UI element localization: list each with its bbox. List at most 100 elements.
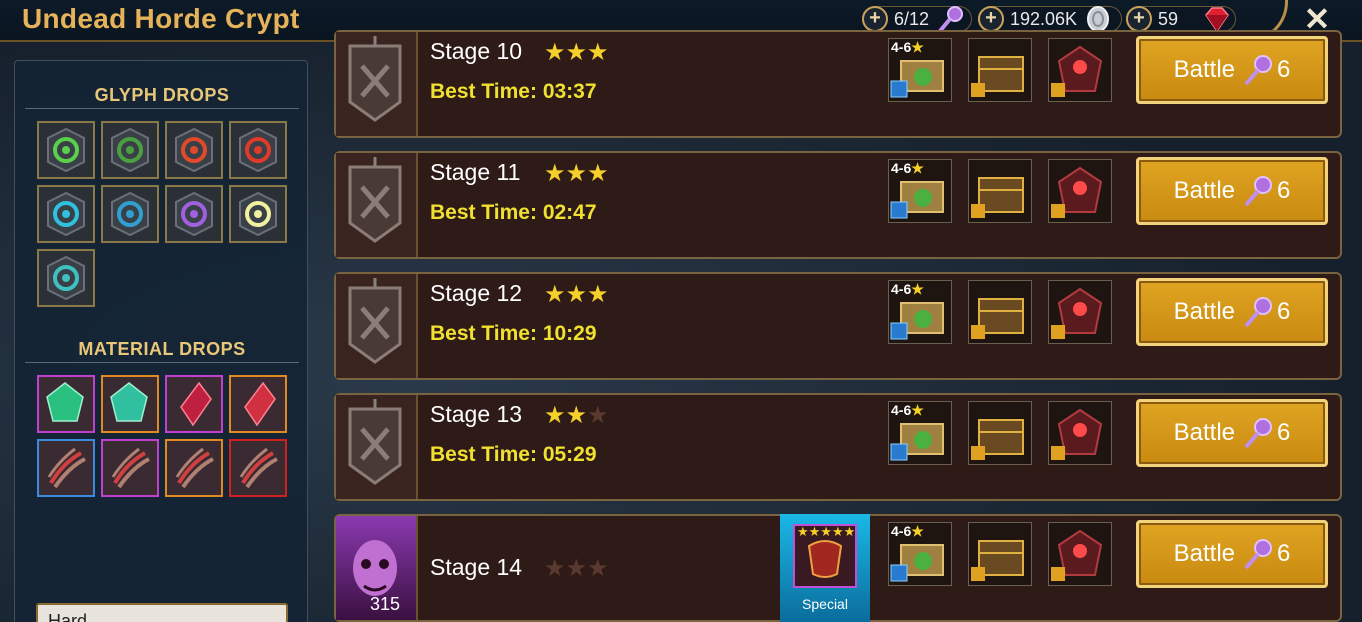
artifact-drop[interactable] <box>1048 159 1112 223</box>
best-time: Best Time: 05:29 <box>430 443 597 466</box>
stage-label: Stage 14 <box>430 554 523 580</box>
special-reward[interactable]: ★★★★★ Special <box>780 514 870 622</box>
glyph-shape-icon <box>175 191 213 237</box>
artifact-drop[interactable] <box>1048 522 1112 586</box>
star-icon: ★ <box>544 555 566 582</box>
speed-glyph-icon[interactable] <box>165 185 223 243</box>
stage-banner <box>336 274 418 378</box>
star-icon: ★ <box>587 39 609 66</box>
treasure-chest-icon <box>971 298 1024 339</box>
add-silver-button[interactable]: + <box>978 6 1004 32</box>
artifact-armor-icon <box>1051 166 1103 218</box>
material-chest-drop[interactable] <box>968 38 1032 102</box>
star-icon: ★ <box>544 402 566 429</box>
star-icon: ★ <box>565 555 588 582</box>
silver-counter: + 192.06K <box>978 6 1122 32</box>
energy-key-icon <box>1244 176 1272 207</box>
treasure-chest-icon <box>971 419 1024 460</box>
glyph-chest-drop[interactable]: 4-6★ <box>888 522 952 586</box>
crossed-swords-banner-icon <box>348 157 402 243</box>
claw-icon[interactable] <box>37 439 95 497</box>
crossed-swords-banner-icon <box>348 36 402 122</box>
stage-banner <box>336 32 418 136</box>
battle-label: Battle <box>1173 540 1235 567</box>
star-icon: ★ <box>565 39 588 66</box>
star-icon: ★ <box>565 160 588 187</box>
claw-icon[interactable] <box>229 439 287 497</box>
battle-label: Battle <box>1173 177 1235 204</box>
artifact-drop[interactable] <box>1048 38 1112 102</box>
star-icon: ★ <box>565 281 588 308</box>
boss-portrait[interactable]: 315 <box>336 516 418 620</box>
attack-glyph-icon[interactable] <box>229 121 287 179</box>
defense-outline-glyph-icon[interactable] <box>101 185 159 243</box>
battle-button[interactable]: Battle 6 <box>1136 157 1328 225</box>
glyph-chest-drop[interactable]: 4-6★ <box>888 280 952 344</box>
glyph-shape-icon <box>47 127 85 173</box>
add-energy-button[interactable]: + <box>862 6 888 32</box>
material-chest-drop[interactable] <box>968 401 1032 465</box>
divider <box>25 362 299 363</box>
defense-glyph-icon[interactable] <box>37 185 95 243</box>
glyph-chest-drop[interactable]: 4-6★ <box>888 38 952 102</box>
treasure-chest-icon <box>971 177 1024 218</box>
material-chest-drop[interactable] <box>968 159 1032 223</box>
battle-cost: 6 <box>1277 56 1291 83</box>
glyph-shape-icon <box>47 191 85 237</box>
stage-banner <box>336 395 418 499</box>
claw-icon[interactable] <box>101 439 159 497</box>
drop-rank: 4-6★ <box>891 523 924 539</box>
regen-glyph-icon[interactable] <box>101 121 159 179</box>
artifact-armor-icon <box>1051 529 1103 581</box>
claw-icon[interactable] <box>165 439 223 497</box>
stage-row: 315 Stage 14 ★★★ ★★★★★ Special 4-6★ Batt… <box>334 514 1342 622</box>
stage-stars: ★★★ <box>544 554 609 583</box>
glyph-chest-drop[interactable]: 4-6★ <box>888 159 952 223</box>
battle-button[interactable]: Battle 6 <box>1136 399 1328 467</box>
best-time: Best Time: 03:37 <box>430 80 597 103</box>
battle-button[interactable]: Battle 6 <box>1136 36 1328 104</box>
battle-label: Battle <box>1173 419 1235 446</box>
battle-cost: 6 <box>1277 298 1291 325</box>
glyph-shape-icon <box>47 255 85 301</box>
ruby-shard-icon[interactable] <box>229 375 287 433</box>
artifact-armor-icon <box>1051 408 1103 460</box>
glyph-chest-drop[interactable]: 4-6★ <box>888 401 952 465</box>
material-shape-icon <box>244 381 276 427</box>
ruby-shard-icon[interactable] <box>165 375 223 433</box>
drops-panel: GLYPH DROPS MATERIAL DROPS <box>14 60 308 622</box>
energy-key-icon <box>1244 55 1272 86</box>
treasure-chest-icon <box>971 540 1024 581</box>
energy-key-icon <box>1244 539 1272 570</box>
stage-stars: ★★★ <box>544 401 609 430</box>
add-gems-button[interactable]: + <box>1126 6 1152 32</box>
artifact-drop[interactable] <box>1048 401 1112 465</box>
battle-cost: 6 <box>1277 540 1291 567</box>
material-shape-icon <box>111 447 150 489</box>
special-artifact-icon: ★★★★★ <box>793 524 857 588</box>
difficulty-select[interactable]: Hard <box>36 603 288 622</box>
artifact-armor-icon <box>1051 45 1103 97</box>
stage-banner <box>336 153 418 257</box>
accuracy-glyph-icon[interactable] <box>229 185 287 243</box>
star-icon: ★ <box>587 555 609 582</box>
lifesteal-glyph-icon[interactable] <box>37 121 95 179</box>
emerald-stone-icon[interactable] <box>37 375 95 433</box>
energy-key-icon <box>1244 297 1272 328</box>
battle-button[interactable]: Battle 6 <box>1136 278 1328 346</box>
stage-stars: ★★★ <box>544 159 609 188</box>
star-icon: ★ <box>587 281 609 308</box>
artifact-drop[interactable] <box>1048 280 1112 344</box>
star-icon: ★ <box>544 39 566 66</box>
gems-value: 59 <box>1158 8 1179 29</box>
crossed-swords-banner-icon <box>348 399 402 485</box>
material-chest-drop[interactable] <box>968 280 1032 344</box>
battle-button[interactable]: Battle 6 <box>1136 520 1328 588</box>
crit-damage-glyph-icon[interactable] <box>165 121 223 179</box>
resist-glyph-icon[interactable] <box>37 249 95 307</box>
emerald-stone-icon[interactable] <box>101 375 159 433</box>
material-chest-drop[interactable] <box>968 522 1032 586</box>
stage-row: Stage 13 ★★★ Best Time: 05:29 4-6★ Battl… <box>334 393 1342 501</box>
material-shape-icon <box>46 382 84 422</box>
drop-rank: 4-6★ <box>891 39 924 55</box>
